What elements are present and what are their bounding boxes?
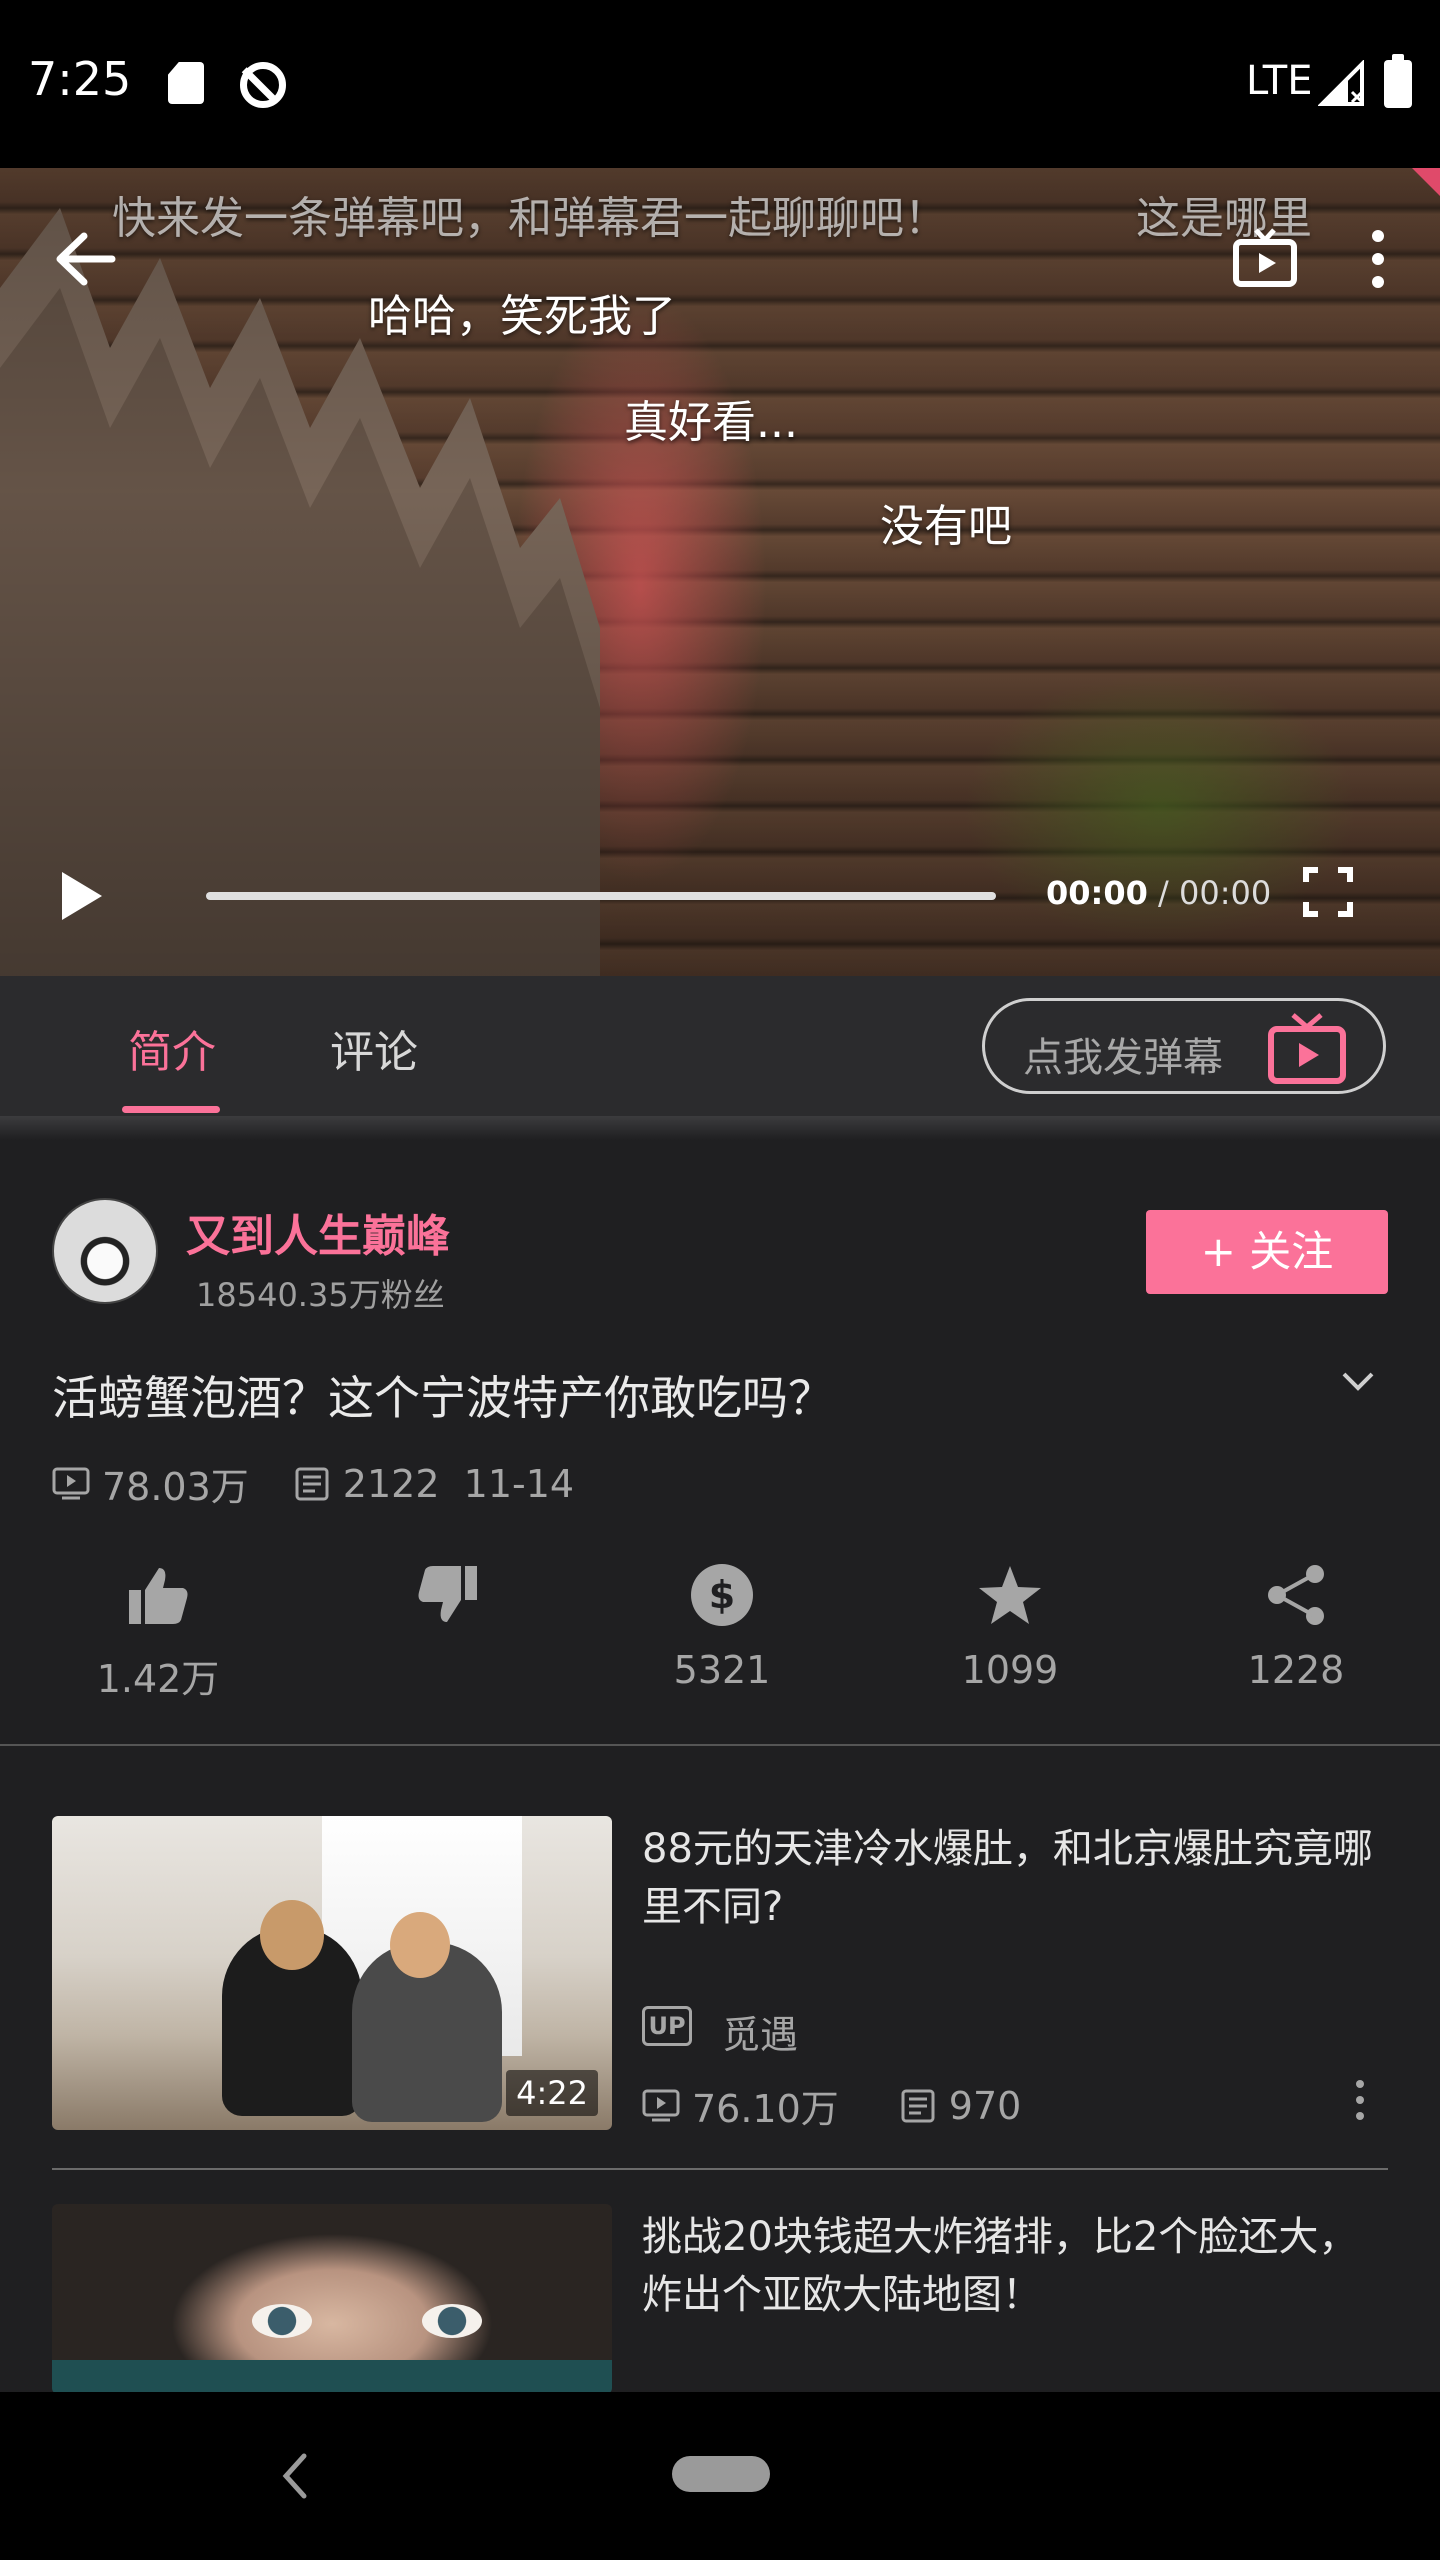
- video-title: 活螃蟹泡酒？这个宁波特产你敢吃吗？: [52, 1371, 834, 1425]
- coin-icon: $: [691, 1564, 753, 1626]
- tab-shadow: [0, 1116, 1440, 1140]
- more-vert-icon[interactable]: [1360, 224, 1396, 294]
- coin-button[interactable]: $ 5321: [622, 1560, 822, 1692]
- more-vert-icon[interactable]: [1352, 2078, 1368, 2122]
- thumb-down-icon: [418, 1566, 477, 1622]
- danmaku-text: 没有吧: [880, 501, 1012, 552]
- total-time: 00:00: [1178, 874, 1272, 912]
- recommendation-views: 76.10万: [692, 2087, 839, 2131]
- uploader-avatar[interactable]: [52, 1198, 158, 1304]
- recommendation-title[interactable]: 88元的天津冷水爆肚，和北京爆肚究竟哪里不同?: [642, 1820, 1382, 1936]
- tab-bar: 简介 评论 点我发弹幕: [0, 976, 1440, 1116]
- fullscreen-icon[interactable]: [1302, 866, 1354, 918]
- progress-bar[interactable]: [206, 892, 996, 900]
- tab-intro[interactable]: 简介: [128, 1016, 216, 1080]
- battery-icon: [1384, 54, 1412, 108]
- thumbnail-scarf: [52, 2360, 612, 2394]
- share-button[interactable]: 1228: [1196, 1560, 1396, 1692]
- danmaku-text: 真好看...: [624, 397, 798, 448]
- share-icon: [1268, 1565, 1324, 1625]
- nav-back-icon[interactable]: [276, 2448, 312, 2504]
- tv-play-icon[interactable]: [1230, 224, 1300, 294]
- video-shade: [0, 168, 1440, 976]
- tab-comments[interactable]: 评论: [330, 1016, 418, 1080]
- time-separator: /: [1147, 874, 1179, 912]
- favorite-button[interactable]: 1099: [910, 1560, 1110, 1692]
- thumbnail-eye: [422, 2304, 482, 2338]
- danmaku-and-date: 2122 11-14: [342, 1461, 575, 1506]
- fans-count: 18540.35万粉丝: [196, 1276, 445, 1314]
- follow-button[interactable]: + 关注: [1146, 1210, 1388, 1294]
- like-button[interactable]: 1.42万: [58, 1560, 258, 1701]
- video-meta: 78.03万 2122 11-14: [52, 1456, 574, 1511]
- status-time: 7:25: [28, 52, 132, 106]
- danmaku-count-icon: [901, 2089, 935, 2122]
- danmaku-text: 哈哈，笑死我了: [368, 291, 676, 342]
- send-danmaku-label: 点我发弹幕: [1023, 1035, 1223, 1081]
- uploader-name[interactable]: 又到人生巅峰: [186, 1200, 450, 1264]
- thumb-up-icon: [129, 1568, 188, 1624]
- tv-danmaku-icon: [1268, 1013, 1346, 1084]
- dislike-count: [348, 1648, 548, 1692]
- status-bar: 7:25 LTE: [0, 0, 1440, 168]
- time-display: 00:00 / 00:00: [1046, 874, 1271, 912]
- back-arrow-icon[interactable]: [50, 224, 120, 294]
- video-player[interactable]: 快来发一条弹幕吧，和弹幕君一起聊聊吧！ 这是哪里 哈哈，笑死我了 真好看... …: [0, 168, 1440, 976]
- recommendation-danmaku: 970: [948, 2083, 1022, 2128]
- network-type: LTE: [1246, 58, 1313, 104]
- favorite-count: 1099: [961, 1648, 1059, 1692]
- like-count: 1.42万: [96, 1657, 220, 1701]
- thumbnail-person-head: [390, 1912, 450, 1978]
- thumbnail-person-head: [260, 1900, 324, 1970]
- recommendation-thumbnail[interactable]: 4:22: [52, 1816, 612, 2130]
- play-icon[interactable]: [56, 868, 106, 924]
- view-count: 78.03万: [102, 1465, 249, 1509]
- list-divider: [52, 2168, 1388, 2170]
- recommendation-uploader: 觅遇: [722, 2013, 799, 2057]
- navigation-bar: [0, 2392, 1440, 2560]
- nav-home-pill[interactable]: [672, 2456, 770, 2492]
- share-count: 1228: [1247, 1648, 1345, 1692]
- chevron-down-icon[interactable]: [1336, 1366, 1380, 1396]
- sd-card-icon: [168, 62, 204, 104]
- current-time: 00:00: [1046, 874, 1148, 912]
- play-count-icon: [52, 1467, 90, 1499]
- coin-count: 5321: [673, 1648, 771, 1692]
- video-duration: 4:22: [506, 2070, 598, 2116]
- thumbnail-eye: [252, 2304, 312, 2338]
- recommendation-thumbnail[interactable]: [52, 2204, 612, 2394]
- svg-text:$: $: [709, 1573, 735, 1617]
- recommendation-meta: 76.10万 970: [642, 2078, 1021, 2133]
- up-badge: UP: [642, 2006, 692, 2046]
- recommendation-title[interactable]: 挑战20块钱超大炸猪排，比2个脸还大，炸出个亚欧大陆地图！: [642, 2208, 1382, 2324]
- dislike-button[interactable]: [348, 1560, 548, 1692]
- send-danmaku-button[interactable]: 点我发弹幕: [982, 998, 1386, 1094]
- danmaku-count-icon: [295, 1467, 329, 1500]
- section-divider: [0, 1744, 1440, 1746]
- danmaku-text: 快来发一条弹幕吧，和弹幕君一起聊聊吧！: [112, 193, 948, 244]
- data-saver-icon: [240, 62, 286, 108]
- star-icon: [979, 1566, 1041, 1624]
- corner-mark: [1412, 168, 1440, 196]
- tab-indicator: [122, 1106, 220, 1113]
- signal-icon: [1318, 60, 1364, 106]
- play-count-icon: [642, 2089, 680, 2121]
